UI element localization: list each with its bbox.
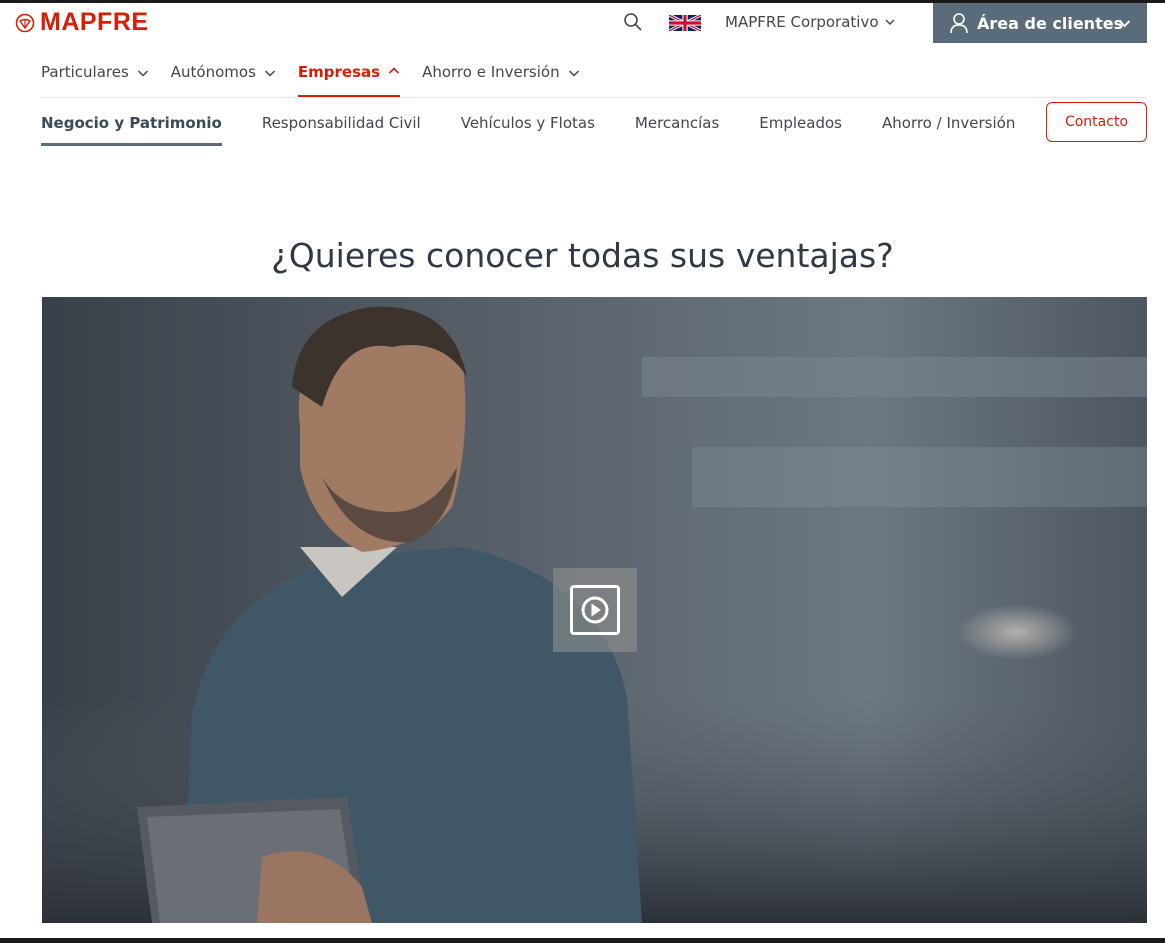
corporate-label: MAPFRE Corporativo [725, 13, 879, 31]
contact-button[interactable]: Contacto [1046, 102, 1147, 142]
search-icon [624, 13, 642, 31]
chevron-down-icon [264, 70, 275, 77]
user-icon [950, 13, 968, 34]
subnav-vehiculos-flotas[interactable]: Vehículos y Flotas [461, 114, 595, 143]
chevron-down-icon [568, 70, 579, 77]
play-button[interactable] [553, 568, 637, 652]
nav-divider [41, 97, 1147, 98]
corporate-menu[interactable]: MAPFRE Corporativo [725, 13, 895, 31]
nav-label: Particulares [41, 63, 129, 81]
section-title: ¿Quieres conocer todas sus ventajas? [271, 236, 894, 275]
nav-label: Ahorro e Inversión [422, 63, 560, 81]
subnav-empleados[interactable]: Empleados [759, 114, 842, 143]
window-bottom-border [0, 938, 1165, 943]
subnav-mercancias[interactable]: Mercancías [635, 114, 719, 143]
nav-empresas[interactable]: Empresas [297, 61, 401, 98]
play-icon-frame [570, 585, 620, 635]
subnav-responsabilidad-civil[interactable]: Responsabilidad Civil [262, 114, 421, 143]
subnav-negocio-patrimonio[interactable]: Negocio y Patrimonio [41, 114, 222, 146]
primary-nav: Particulares Autónomos Empresas Ahorro e… [41, 61, 602, 98]
search-button[interactable] [623, 12, 643, 32]
secondary-nav: Negocio y Patrimonio Responsabilidad Civ… [41, 114, 1055, 146]
mapfre-logo-icon [15, 13, 35, 32]
chevron-up-icon [389, 67, 400, 74]
uk-flag-icon[interactable] [669, 15, 701, 31]
nav-particulares[interactable]: Particulares [41, 61, 149, 98]
nav-ahorro-inversion[interactable]: Ahorro e Inversión [422, 61, 580, 98]
chevron-down-icon [885, 19, 895, 25]
chevron-down-icon [1118, 20, 1131, 28]
nav-label: Autónomos [170, 63, 256, 81]
client-area-label: Área de clientes [977, 13, 1124, 33]
nav-autonomos[interactable]: Autónomos [171, 61, 276, 98]
video-player[interactable] [42, 297, 1147, 923]
subnav-ahorro-inversion[interactable]: Ahorro / Inversión [882, 114, 1015, 143]
logo-text: MAPFRE [40, 8, 149, 36]
mapfre-logo[interactable]: MAPFRE [15, 10, 149, 35]
play-icon [581, 596, 609, 624]
client-area-button[interactable]: Área de clientes [933, 3, 1147, 43]
nav-label: Empresas [297, 63, 381, 81]
chevron-down-icon [137, 70, 148, 77]
